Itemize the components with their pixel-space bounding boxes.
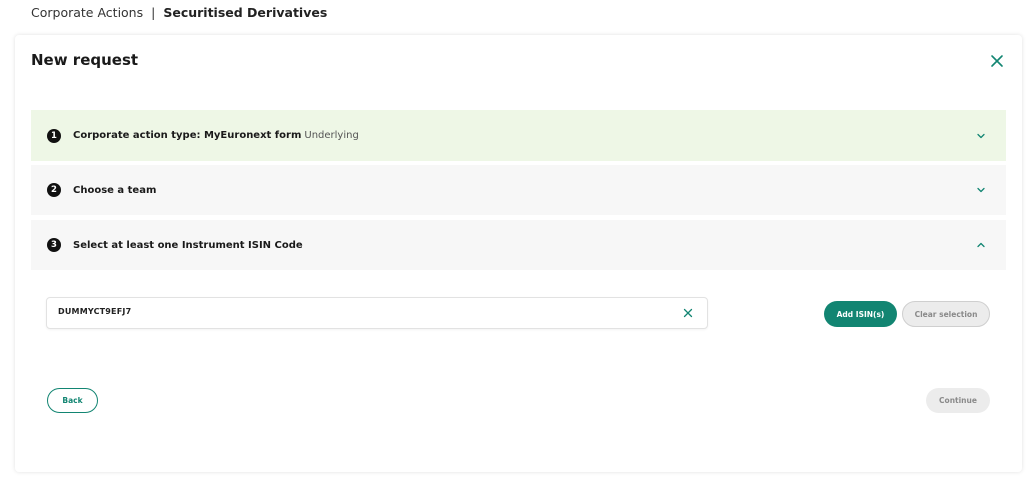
chevron-down-icon[interactable] [976,185,986,195]
step-sublabel: Underlying [304,130,359,141]
chevron-up-icon[interactable] [976,240,986,250]
isin-input[interactable]: DUMMYCT9EFJ7 [46,297,708,329]
breadcrumb-parent[interactable]: Corporate Actions [31,5,143,20]
step-number: 1 [47,128,61,143]
step-label: Choose a team [73,184,157,196]
step-number: 2 [47,183,61,197]
new-request-card: New request 1 Corporate action type: MyE… [15,35,1022,472]
back-button[interactable]: Back [47,388,98,413]
isin-value: DUMMYCT9EFJ7 [58,307,132,316]
close-icon[interactable] [990,54,1004,68]
breadcrumb-current: Securitised Derivatives [163,5,328,20]
step-choose-team[interactable]: 2 Choose a team [31,165,1006,215]
add-isin-button[interactable]: Add ISIN(s) [824,301,897,327]
step-label: Select at least one Instrument ISIN Code [73,239,303,251]
breadcrumb: Corporate Actions | Securitised Derivati… [31,5,327,20]
step-corporate-action-type[interactable]: 1 Corporate action type: MyEuronext form… [31,110,1006,161]
clear-isin-icon[interactable] [683,308,693,318]
continue-button[interactable]: Continue [926,388,990,413]
step-number: 3 [47,238,61,252]
page-title: New request [31,51,139,69]
step-label: Corporate action type: MyEuronext form Un… [73,130,359,141]
step-select-isin[interactable]: 3 Select at least one Instrument ISIN Co… [31,220,1006,270]
breadcrumb-separator: | [151,5,156,20]
chevron-down-icon[interactable] [976,131,986,141]
clear-selection-button[interactable]: Clear selection [902,301,990,327]
